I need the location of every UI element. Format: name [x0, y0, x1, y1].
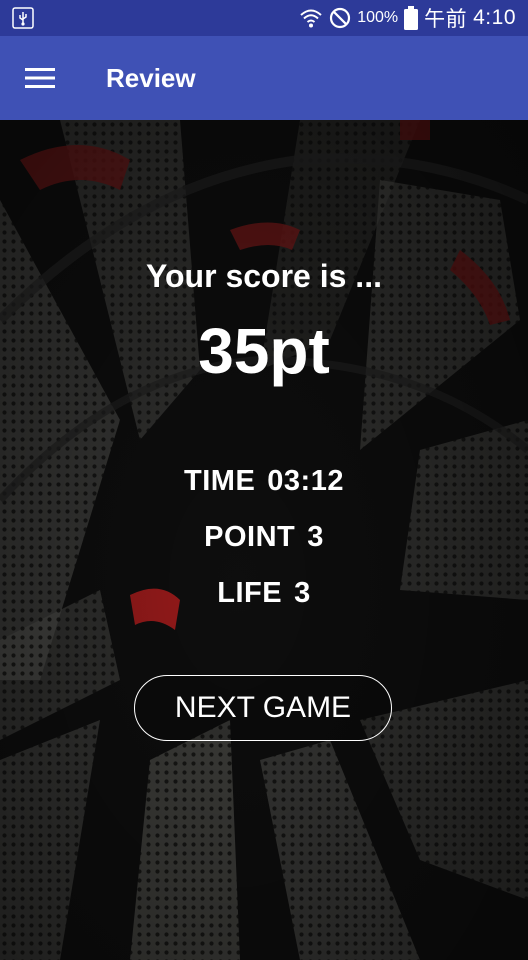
life-label: LIFE [217, 577, 283, 609]
review-screen: 100% 午前 4:10 Review Your score is ... 35… [0, 0, 528, 960]
score-value: 35pt [198, 315, 330, 387]
do-not-disturb-icon [330, 7, 351, 29]
app-bar: Review [0, 36, 528, 120]
battery-percent: 100% [357, 9, 399, 26]
battery-icon [404, 6, 419, 30]
next-game-button[interactable]: NEXT GAME [134, 675, 392, 741]
time-value: 03:12 [267, 465, 344, 497]
menu-button[interactable] [16, 56, 64, 100]
time-stat: TIME 03:12 [0, 465, 528, 498]
score-intro-label: Your score is ... [146, 258, 382, 294]
point-label: POINT [204, 521, 296, 553]
app-title: Review [106, 63, 196, 93]
clock-time: 4:10 [473, 6, 516, 29]
life-value: 3 [294, 577, 311, 609]
time-label: TIME [184, 465, 256, 497]
status-indicators: 100% 午前 4:10 [299, 0, 516, 36]
life-stat: LIFE 3 [0, 577, 528, 610]
hamburger-menu-icon [25, 68, 55, 88]
status-bar: 100% 午前 4:10 [0, 0, 528, 36]
review-content: Your score is ... 35pt TIME 03:12 POINT 3 … [0, 120, 528, 960]
point-stat: POINT 3 [0, 521, 528, 554]
point-value: 3 [307, 521, 324, 553]
clock-ampm: 午前 [424, 8, 468, 31]
wifi-icon [300, 9, 322, 28]
usb-icon [12, 7, 34, 29]
